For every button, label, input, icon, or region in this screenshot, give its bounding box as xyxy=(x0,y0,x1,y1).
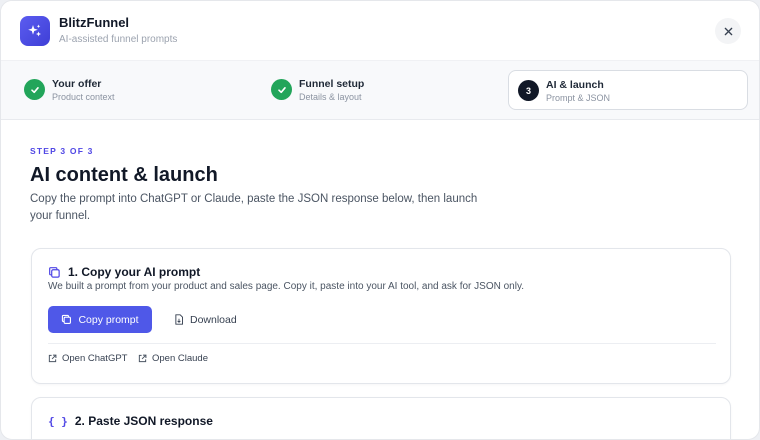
step-title: AI & launch xyxy=(546,79,604,91)
check-icon xyxy=(30,86,39,93)
wizard-stepper: Your offer Product context Funnel setup … xyxy=(1,61,759,120)
page-description: Copy the prompt into ChatGPT or Claude, … xyxy=(30,193,478,222)
card-description: We built a prompt from your product and … xyxy=(48,281,524,292)
app-title: BlitzFunnel xyxy=(59,15,130,30)
app-subtitle: AI-assisted funnel prompts xyxy=(59,34,178,45)
open-claude-link[interactable]: Open Claude xyxy=(138,353,208,364)
step-complete-badge xyxy=(271,79,292,100)
check-icon xyxy=(277,86,286,93)
copy-prompt-card: 1. Copy your AI prompt We built a prompt… xyxy=(31,248,731,384)
close-icon xyxy=(724,27,732,35)
step-subtitle: Product context xyxy=(52,92,115,102)
download-label: Download xyxy=(190,313,237,326)
modal-header: BlitzFunnel AI-assisted funnel prompts xyxy=(1,1,759,61)
step-number-badge: 3 xyxy=(518,80,539,101)
card-title: 1. Copy your AI prompt xyxy=(68,265,201,279)
external-link-icon xyxy=(48,354,57,363)
step-subtitle: Details & layout xyxy=(299,92,362,102)
download-button[interactable]: Download xyxy=(168,306,248,333)
copy-prompt-button[interactable]: Copy prompt xyxy=(48,306,152,333)
step-your-offer[interactable]: Your offer Product context xyxy=(24,70,264,110)
step-funnel-setup[interactable]: Funnel setup Details & layout xyxy=(271,70,511,110)
step-ai-launch[interactable]: 3 AI & launch Prompt & JSON xyxy=(508,70,748,110)
step-indicator: STEP 3 OF 3 xyxy=(30,146,94,156)
file-download-icon xyxy=(175,314,184,325)
step-title: Your offer xyxy=(52,78,102,90)
copy-icon xyxy=(62,314,72,324)
paste-json-card: { } 2. Paste JSON response xyxy=(31,397,731,439)
page-title: AI content & launch xyxy=(30,164,218,186)
link-label: Open ChatGPT xyxy=(62,353,128,364)
funnel-wizard-modal: BlitzFunnel AI-assisted funnel prompts Y… xyxy=(0,0,760,440)
close-button[interactable] xyxy=(715,18,741,44)
step-complete-badge xyxy=(24,79,45,100)
step-title: Funnel setup xyxy=(299,78,365,90)
app-logo xyxy=(20,16,50,46)
card-divider xyxy=(48,343,716,344)
sparkles-icon xyxy=(28,24,41,37)
link-label: Open Claude xyxy=(152,353,208,364)
copy-prompt-label: Copy prompt xyxy=(78,313,139,326)
external-link-icon xyxy=(138,354,147,363)
step-subtitle: Prompt & JSON xyxy=(546,93,611,103)
copy-icon xyxy=(49,266,60,278)
open-chatgpt-link[interactable]: Open ChatGPT xyxy=(48,353,127,364)
